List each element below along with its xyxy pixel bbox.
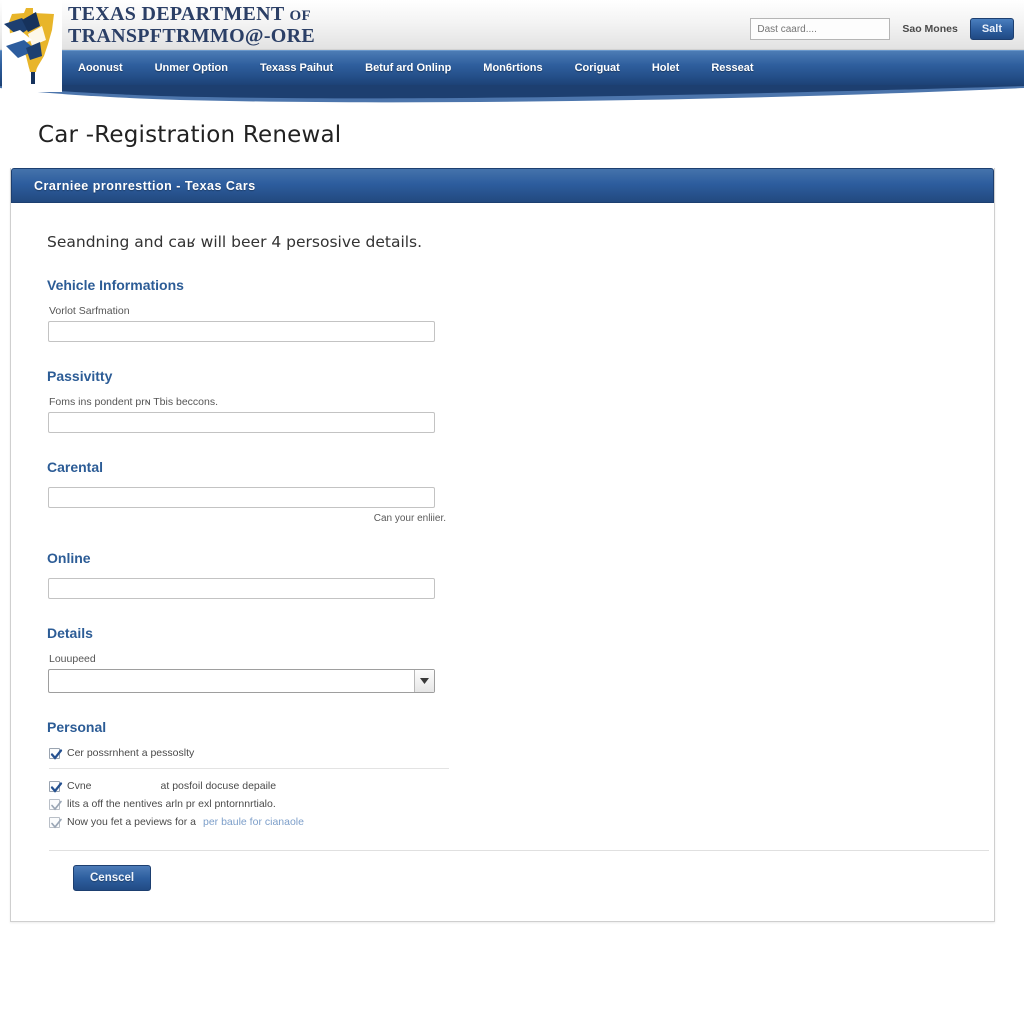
- header-utilities: Sao Mones Salt: [750, 18, 1014, 40]
- checkbox-row-0[interactable]: Cer possrnhent a pessoslty: [49, 747, 968, 760]
- panel-body: Seandning and caʁ will beer 4 persosive …: [11, 203, 994, 921]
- section-heading: Personal: [47, 719, 107, 735]
- checkbox-checked-icon[interactable]: [49, 748, 63, 760]
- panel-heading: Crarniee pronresttion - Texas Cars: [11, 168, 994, 203]
- nav-item-6[interactable]: Holet: [636, 62, 696, 74]
- search-input[interactable]: [750, 18, 891, 40]
- carental-hint: Can your enliier.: [373, 513, 446, 524]
- checkbox-label-secondary: at posfoil docuse depaile: [160, 780, 277, 792]
- nav-item-4[interactable]: Mon6rtions: [467, 62, 558, 74]
- checkbox-row-1[interactable]: Cvne at posfoil docuse depaile: [49, 780, 968, 793]
- checkbox-separator: [49, 768, 449, 769]
- page-title: Car -Registration Renewal: [38, 122, 342, 148]
- txdot-logo[interactable]: [2, 0, 62, 92]
- section-vehicle-informations: Vehicle Informations Vorlot Sarfmation: [37, 277, 968, 342]
- details-dropdown-value: [48, 669, 435, 693]
- chevron-down-icon[interactable]: [414, 670, 434, 692]
- site-header: TEXAS DEPARTMENT OF TRANSPFTRMMO@-ORE Sa…: [0, 0, 1024, 92]
- field-label: Louupeed: [49, 653, 96, 665]
- checkbox-label: Now you fet a peviews for a: [67, 816, 196, 828]
- checkbox-checked-icon[interactable]: [49, 799, 62, 811]
- field-label: Foms ins pondent prɴ Tbis beccons.: [49, 396, 219, 408]
- section-online: Online: [37, 550, 968, 599]
- section-details: Details Louupeed: [37, 625, 968, 693]
- checkbox-inline-link[interactable]: per baule for cianaole: [203, 816, 304, 828]
- section-heading: Online: [47, 550, 91, 566]
- checkbox-row-3[interactable]: Now you fet a peviews for a per baule fo…: [49, 816, 968, 829]
- field-label: Vorlot Sarfmation: [49, 305, 130, 317]
- nav-swoosh-decoration: [0, 84, 1024, 106]
- header-submit-button[interactable]: Salt: [969, 18, 1014, 40]
- account-link[interactable]: Sao Mones: [902, 23, 957, 35]
- section-passivity: Passivitty Foms ins pondent prɴ Tbis bec…: [37, 368, 968, 433]
- chevron-down-glyph: [420, 678, 429, 684]
- carental-input[interactable]: [48, 487, 435, 508]
- main-navigation: Aoonust Unmer Option Texass Paihut Betuf…: [0, 50, 1024, 85]
- online-input[interactable]: [48, 578, 435, 599]
- checkbox-checked-icon[interactable]: [49, 817, 62, 829]
- section-heading: Details: [47, 625, 93, 641]
- nav-item-3[interactable]: Betuf ard Onlinp: [349, 62, 467, 74]
- passivity-input[interactable]: [48, 412, 435, 433]
- checkbox-row-2[interactable]: lits a off the nentives arln pr exl pnto…: [49, 798, 968, 811]
- checkbox-label: Cer possrnhent a pessoslty: [67, 747, 195, 759]
- footer-separator: [49, 850, 989, 851]
- checkbox-label: lits a off the nentives arln pr exl pnto…: [67, 798, 276, 810]
- agency-title-line2: TRANSPFTRMMO@-ORE: [68, 24, 316, 47]
- texas-star-logo-icon: [2, 8, 54, 84]
- section-heading: Vehicle Informations: [47, 277, 184, 293]
- checkbox-label: Cvne: [67, 780, 92, 792]
- swoosh-shape-icon: [0, 84, 1024, 103]
- intro-text: Seandning and caʁ will beer 4 persosive …: [47, 233, 423, 251]
- nav-item-2[interactable]: Texass Paihut: [244, 62, 349, 74]
- nav-item-0[interactable]: Aoonust: [62, 62, 139, 74]
- section-heading: Passivitty: [47, 368, 113, 384]
- cancel-button[interactable]: Censcel: [73, 865, 152, 891]
- section-carental: Carental Can your enliier.: [37, 459, 968, 524]
- registration-panel: Crarniee pronresttion - Texas Cars Seand…: [10, 168, 995, 922]
- nav-item-5[interactable]: Coriguat: [559, 62, 636, 74]
- nav-item-7[interactable]: Resseat: [695, 62, 769, 74]
- vehicle-information-input[interactable]: [48, 321, 435, 342]
- section-personal: Personal Cer possrnhent a pessoslty Cvne…: [37, 719, 968, 829]
- section-heading: Carental: [47, 459, 104, 475]
- nav-item-1[interactable]: Unmer Option: [139, 62, 244, 74]
- agency-title-line1: TEXAS DEPARTMENT OF: [68, 3, 311, 25]
- agency-title: TEXAS DEPARTMENT OF TRANSPFTRMMO@-ORE: [68, 3, 316, 47]
- checkbox-checked-icon[interactable]: [49, 781, 63, 793]
- details-dropdown[interactable]: [48, 669, 435, 693]
